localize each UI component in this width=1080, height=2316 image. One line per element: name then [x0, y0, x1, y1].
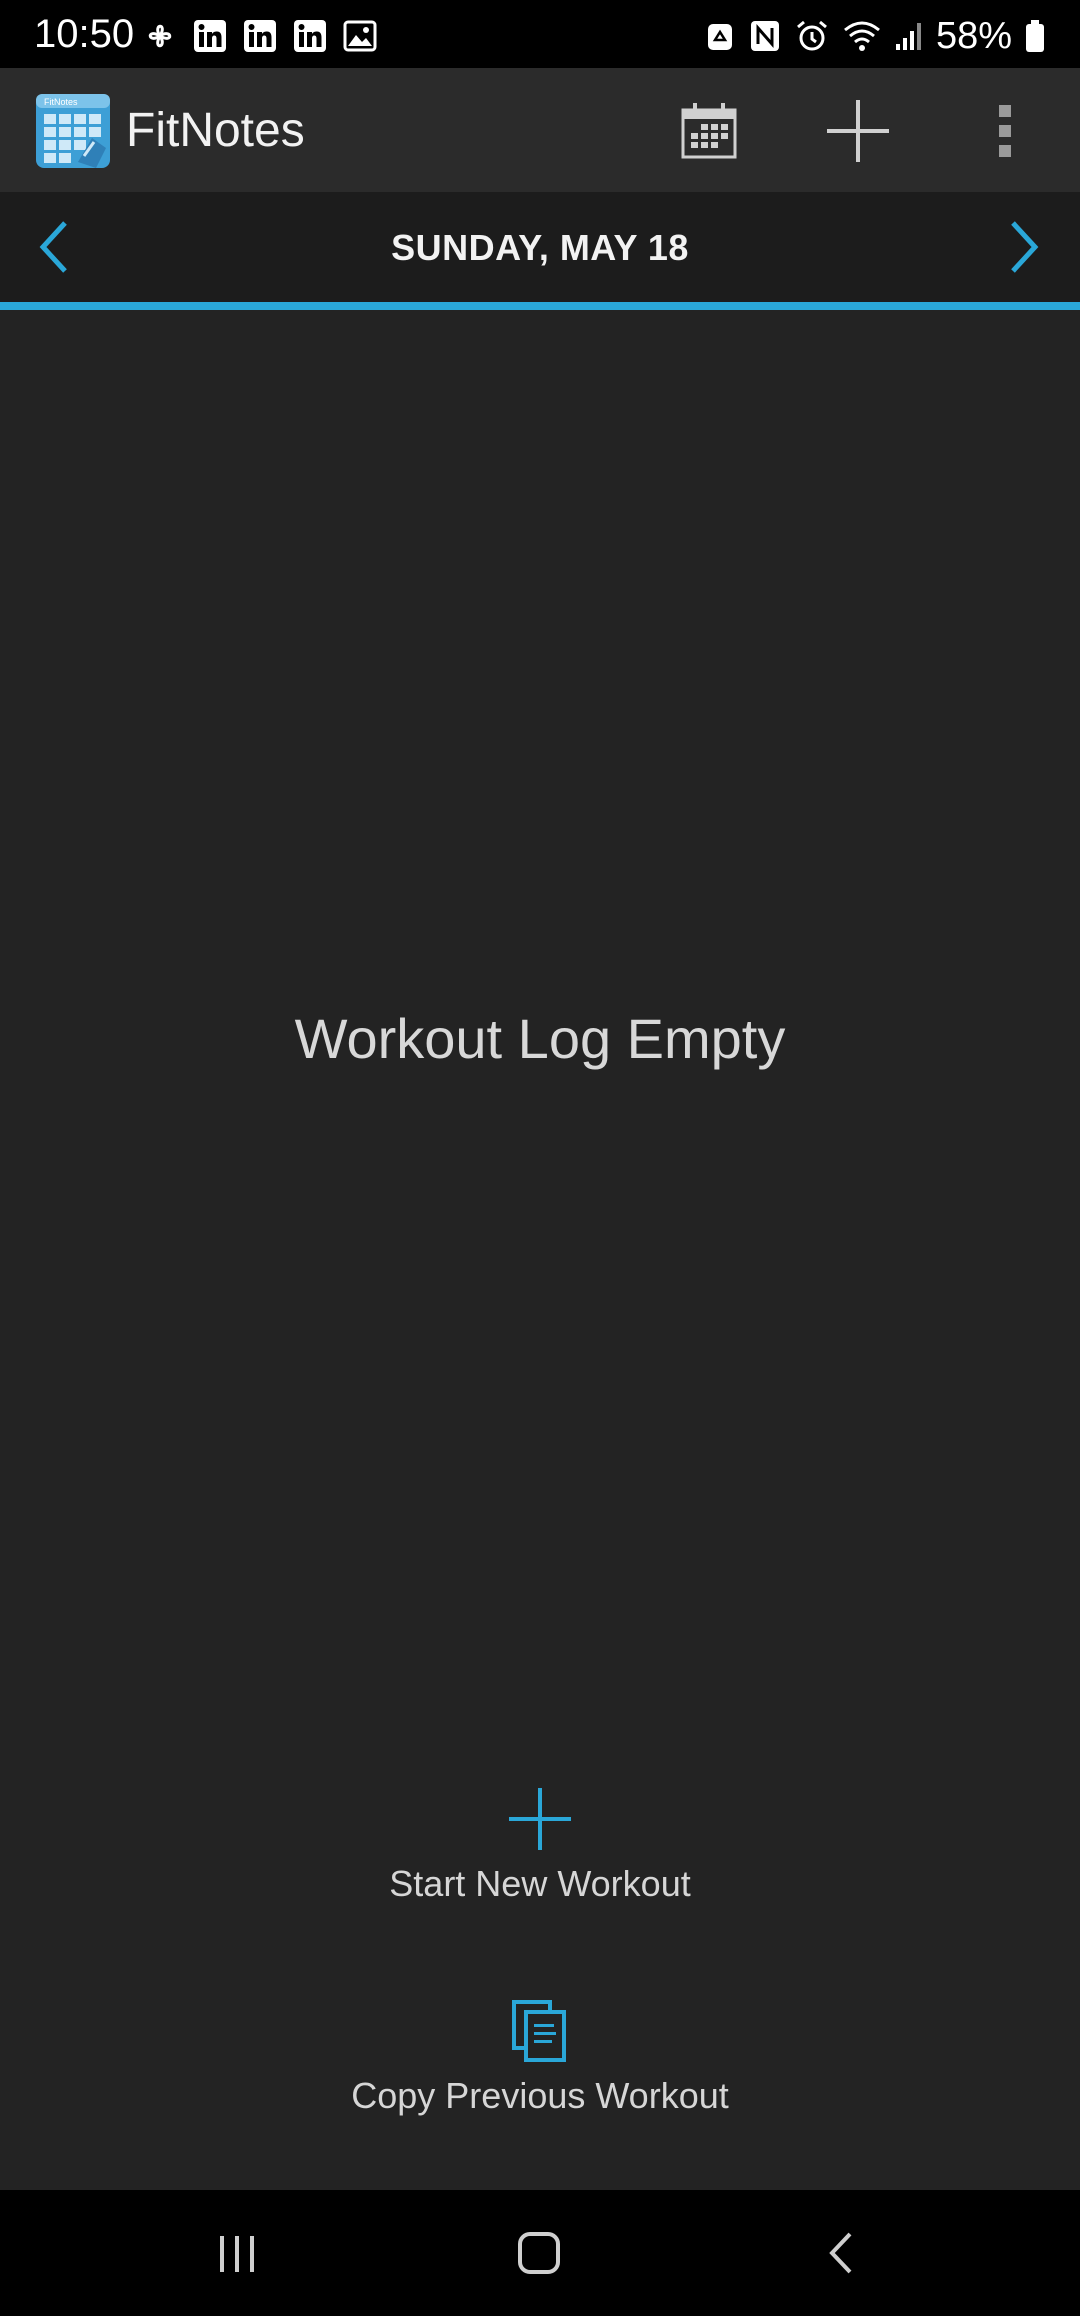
system-icons: 58% — [704, 14, 1046, 58]
date-navigation-bar: SUNDAY, MAY 18 — [0, 192, 1080, 302]
copy-previous-workout-label: Copy Previous Workout — [351, 2075, 729, 2116]
recycle-icon — [707, 24, 732, 50]
add-icon — [827, 100, 889, 162]
nfc-icon — [750, 21, 779, 51]
date-bar-accent-line — [0, 302, 1080, 310]
start-new-workout-button[interactable]: Start New Workout — [290, 1786, 790, 1906]
recent-apps-icon — [220, 2236, 254, 2272]
app-title: FitNotes — [126, 104, 305, 157]
add-workout-button[interactable] — [823, 96, 893, 166]
linkedin-icon — [194, 20, 226, 52]
current-date[interactable]: SUNDAY, MAY 18 — [0, 226, 1080, 270]
app-bar: FitNotes FitNotes — [0, 68, 1080, 192]
linkedin-icon — [294, 20, 326, 52]
home-icon — [518, 2232, 560, 2274]
status-time: 10:50 — [34, 12, 135, 56]
alarm-icon — [796, 20, 827, 51]
calendar-icon — [681, 103, 737, 159]
linkedin-icon — [244, 20, 276, 52]
image-icon — [343, 20, 377, 52]
status-bar: 10:50 58% — [0, 0, 1080, 68]
home-button[interactable] — [494, 2218, 584, 2288]
calendar-button[interactable] — [674, 96, 744, 166]
fitnotes-screen: 10:50 58% FitNotes FitNotes SUNDAY, MAY … — [0, 0, 1080, 2316]
fitnotes-logo-icon: FitNotes — [36, 94, 110, 168]
overflow-menu-button[interactable] — [970, 96, 1040, 166]
recent-apps-button[interactable] — [192, 2218, 282, 2288]
plus-icon — [509, 1788, 571, 1850]
logo-lettering: FitNotes — [44, 97, 78, 107]
next-day-button[interactable] — [988, 212, 1058, 282]
battery-percentage: 58% — [935, 15, 1012, 57]
system-navigation-bar — [0, 2190, 1080, 2316]
copy-previous-workout-button[interactable]: Copy Previous Workout — [290, 1998, 790, 2118]
copy-document-icon — [512, 2000, 566, 2062]
empty-log-message: Workout Log Empty — [294, 1007, 786, 1070]
back-button[interactable] — [798, 2218, 888, 2288]
notification-icons — [142, 18, 378, 54]
chevron-right-icon — [1011, 221, 1039, 273]
wifi-icon — [843, 21, 880, 51]
battery-icon — [1026, 20, 1044, 52]
signal-icon — [895, 23, 921, 50]
pinwheel-icon — [148, 24, 172, 48]
back-icon — [829, 2232, 852, 2274]
more-vert-icon — [999, 105, 1011, 157]
start-new-workout-label: Start New Workout — [389, 1863, 691, 1904]
